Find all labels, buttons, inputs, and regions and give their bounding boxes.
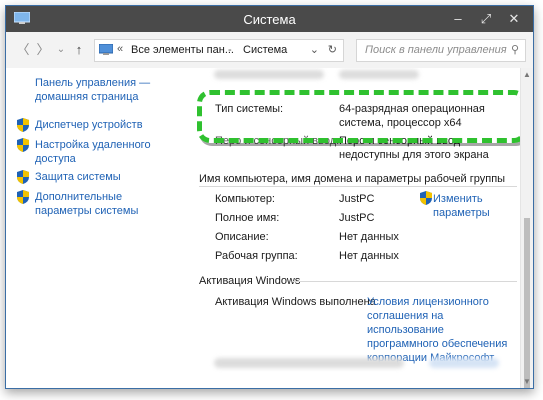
minimize-button[interactable]: – (445, 9, 471, 29)
close-button[interactable]: ✕ (501, 9, 527, 29)
description-value: Нет данных (339, 231, 399, 243)
back-button[interactable]: 〈 (14, 41, 32, 59)
computer-name-value: JustPC (339, 193, 375, 205)
change-settings-link[interactable]: Изменить параметры (433, 192, 513, 220)
chevron-down-icon[interactable]: ⌄ (310, 43, 319, 56)
forward-button[interactable]: 〉 (34, 41, 52, 59)
navigation-bar: 〈 〉 ⌄ ↑ « Все элементы пан... - Система … (6, 32, 533, 69)
scroll-up-arrow-icon[interactable]: ▲ (521, 70, 533, 79)
divider (292, 281, 517, 282)
sidebar: Панель управления — домашняя страница Ди… (6, 68, 184, 388)
system-type-value: 64-разрядная операционная система, проце… (339, 103, 485, 129)
full-name-value: JustPC (339, 212, 375, 224)
search-placeholder: Поиск в панели управления (365, 44, 507, 56)
computer-section-title: Имя компьютера, имя домена и параметры р… (199, 173, 506, 185)
vertical-scrollbar[interactable]: ▲ ▼ (520, 68, 533, 388)
shield-icon (17, 138, 29, 152)
sidebar-home-link[interactable]: Панель управления — домашняя страница (35, 76, 175, 104)
sidebar-item-device-manager[interactable]: Диспетчер устройств (35, 118, 175, 132)
shield-icon (17, 118, 29, 132)
search-icon[interactable]: ⚲ (511, 43, 519, 56)
sidebar-item-advanced-settings[interactable]: Дополнительные параметры системы (35, 190, 175, 218)
address-bar[interactable]: « Все элементы пан... - Система ⌄ ↻ (94, 39, 344, 62)
breadcrumb-separator: - (228, 44, 232, 56)
main-content: Тип системы: 64-разрядная операционная с… (184, 68, 521, 388)
refresh-icon[interactable]: ↻ (328, 43, 337, 56)
workgroup-value: Нет данных (339, 250, 399, 262)
description-label: Описание: (215, 231, 269, 243)
scroll-down-arrow-icon[interactable]: ▼ (521, 377, 533, 386)
sidebar-item-remote-settings[interactable]: Настройка удаленного доступа (35, 138, 165, 166)
recent-locations-dropdown[interactable]: ⌄ (52, 41, 70, 59)
blurred-link (429, 358, 499, 368)
license-terms-link[interactable]: Условия лицензионного соглашения на испо… (367, 295, 515, 365)
system-type-label: Тип системы: (215, 103, 284, 115)
activation-section-title: Активация Windows (199, 275, 301, 287)
maximize-button[interactable]: ⤢ (473, 9, 499, 29)
divider (199, 186, 517, 187)
title-bar: Система – ⤢ ✕ (6, 6, 533, 32)
activation-status: Активация Windows выполнена (215, 296, 376, 308)
breadcrumb-overflow[interactable]: « (117, 43, 123, 55)
blurred-text (214, 70, 324, 79)
pen-touch-label: Перо и сенсорный ввод: (215, 135, 340, 147)
workgroup-label: Рабочая группа: (215, 250, 298, 262)
sidebar-item-system-protection[interactable]: Защита системы (35, 170, 175, 184)
shield-icon (420, 191, 432, 205)
search-input[interactable]: Поиск в панели управления ⚲ (356, 39, 526, 62)
full-name-label: Полное имя: (215, 212, 280, 224)
scrollbar-thumb[interactable] (524, 218, 530, 388)
blurred-text (214, 358, 404, 368)
pen-touch-value: Перо и сенсорный ввод недоступны для это… (339, 135, 489, 161)
shield-icon (17, 190, 29, 204)
shield-icon (17, 170, 29, 184)
up-button[interactable]: ↑ (70, 41, 88, 59)
control-panel-icon (99, 44, 113, 55)
system-window: Система – ⤢ ✕ 〈 〉 ⌄ ↑ « Все элементы пан… (5, 5, 534, 389)
blurred-text (339, 70, 419, 79)
breadcrumb-system[interactable]: Система (243, 44, 287, 56)
breadcrumb-all-items[interactable]: Все элементы пан... (131, 44, 234, 56)
computer-name-label: Компьютер: (215, 193, 275, 205)
